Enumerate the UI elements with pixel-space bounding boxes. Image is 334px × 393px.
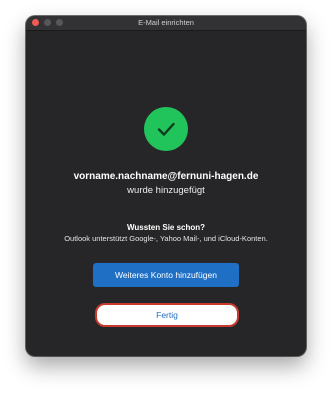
checkmark-icon [144,107,188,151]
window-title: E-Mail einrichten [138,18,194,27]
content-area: vorname.nachname@fernuni-hagen.de wurde … [26,31,306,356]
tip-text: Outlook unterstützt Google-, Yahoo Mail-… [64,234,268,243]
setup-window: E-Mail einrichten vorname.nachname@fernu… [26,16,306,356]
add-another-account-button[interactable]: Weiteres Konto hinzufügen [93,263,239,287]
title-bar: E-Mail einrichten [26,16,306,31]
done-button[interactable]: Fertig [95,303,239,327]
account-added-message: wurde hinzugefügt [127,185,205,196]
account-email: vorname.nachname@fernuni-hagen.de [73,171,259,182]
tip-heading: Wussten Sie schon? [126,223,206,232]
